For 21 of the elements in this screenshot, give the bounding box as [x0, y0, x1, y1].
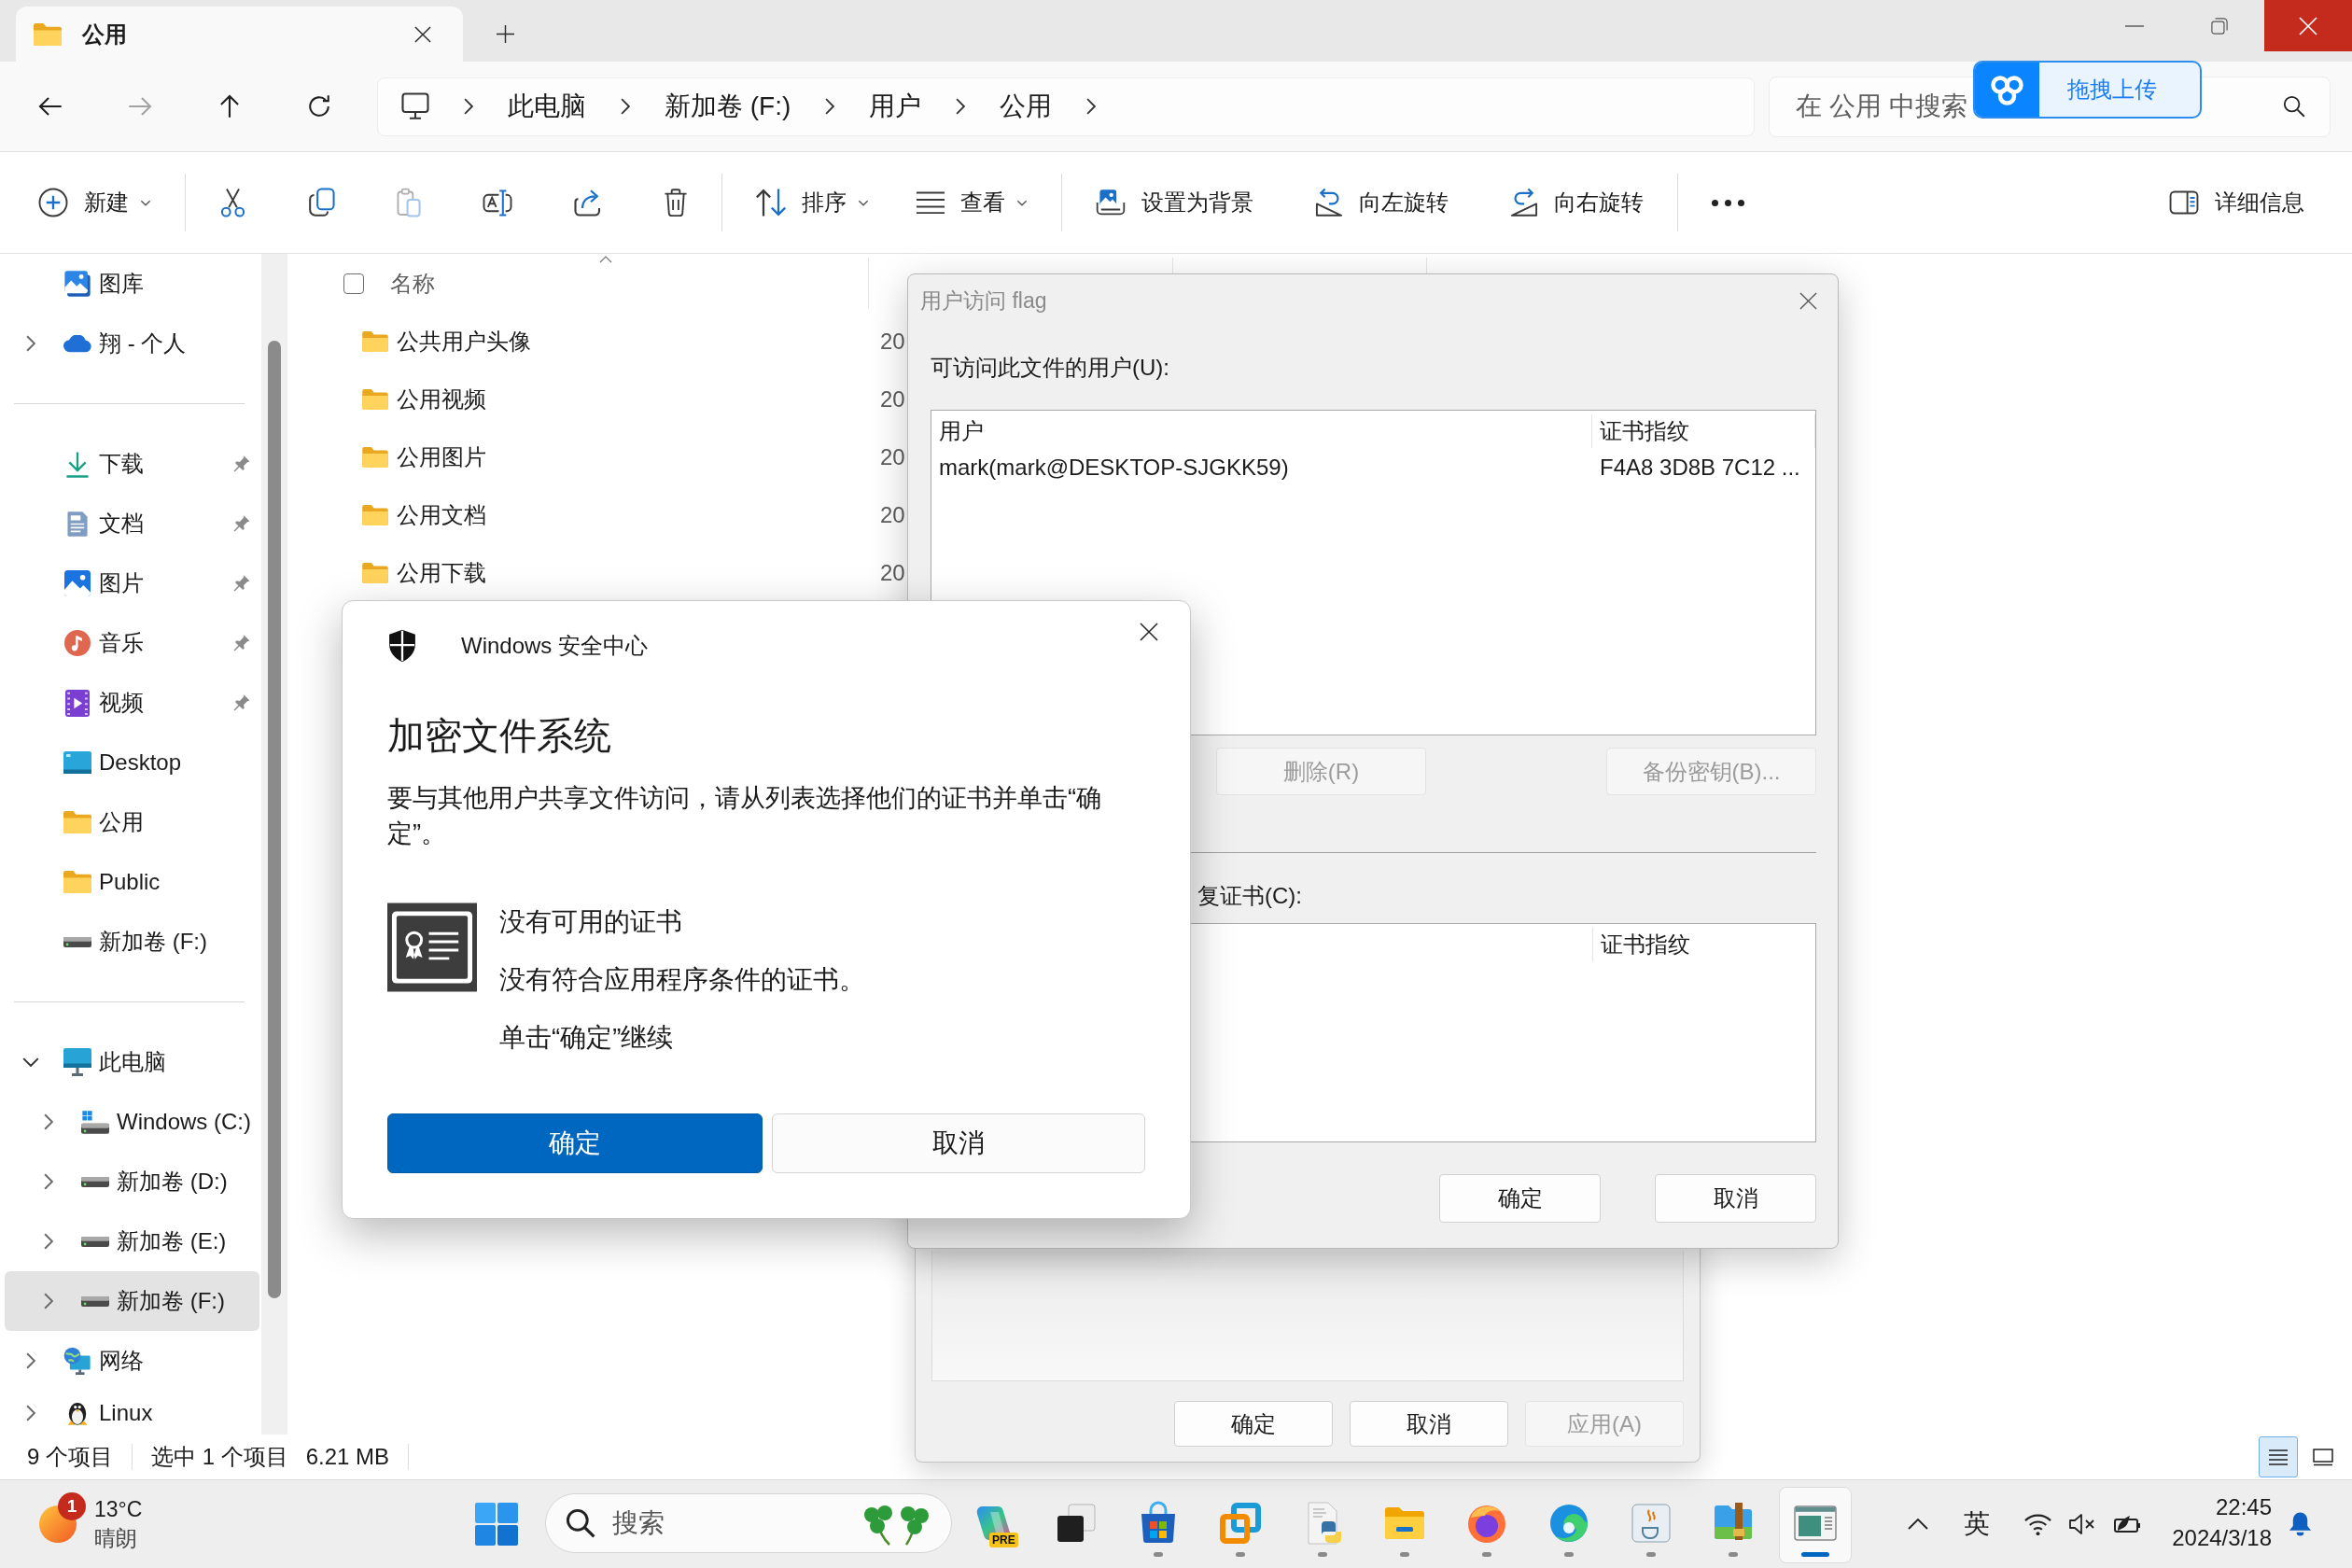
notification-badge: 1	[58, 1492, 86, 1520]
weather-temperature: 13°C	[94, 1496, 143, 1523]
item-count: 9 个项目	[27, 1443, 113, 1471]
date-cell: 20	[880, 502, 905, 528]
date-cell: 20	[880, 560, 905, 586]
list-label: 可访问此文件的用户(U):	[931, 355, 1169, 381]
dialog-title: 加密文件系统	[387, 714, 611, 758]
dialog-hint: 单击“确定”继续	[499, 1022, 674, 1054]
certificate-detail: 没有符合应用程序条件的证书。	[499, 964, 865, 996]
certificate-status: 没有可用的证书	[499, 906, 682, 938]
selection-size: 6.21 MB	[305, 1444, 390, 1470]
date-cell: 20	[880, 444, 905, 470]
dialog-message: 要与其他用户共享文件访问，请从列表选择他们的证书并单击“确定”。	[387, 782, 1103, 849]
app-badge: PRE	[989, 1533, 1018, 1547]
app-name: Windows 安全中心	[461, 632, 649, 660]
weather-condition: 晴朗	[94, 1525, 138, 1552]
date-cell: 20	[880, 329, 905, 355]
date-cell: 20	[880, 386, 905, 413]
selection-count: 选中 1 个项目	[151, 1443, 288, 1471]
list-label: 复证书(C):	[1197, 883, 1302, 909]
dialog-title: 用户访问 flag	[920, 287, 1047, 315]
